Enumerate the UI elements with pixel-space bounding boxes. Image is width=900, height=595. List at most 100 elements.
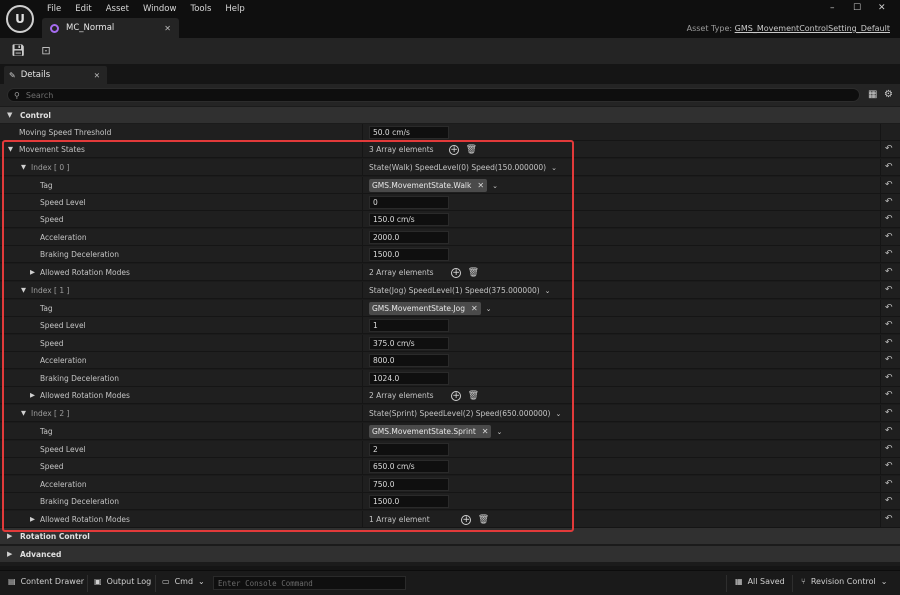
browse-asset-icon[interactable]: ⊡ [39,44,53,58]
reset-icon[interactable]: ↶ [885,423,893,440]
remove-tag-icon[interactable]: ✕ [482,427,489,436]
close-window-button[interactable]: ✕ [878,3,886,13]
reset-icon[interactable]: ↶ [885,282,893,299]
chevron-down-icon[interactable]: ⌄ [496,428,502,436]
array-summary: 3 Array elements [369,145,434,154]
tag-chip[interactable]: GMS.MovementState.Walk ✕ [369,179,488,192]
chevron-down-icon[interactable]: ⌄ [555,410,561,418]
remove-tag-icon[interactable]: ✕ [471,304,478,313]
tab-details[interactable]: ✎ Details ✕ [4,66,107,84]
expand-arrow-icon[interactable]: ▶ [30,264,35,281]
save-icon[interactable]: 💾︎ [11,44,25,58]
all-saved-button[interactable]: ▦ All Saved [735,577,785,586]
content-drawer-label: Content Drawer [20,577,85,586]
cmd-dropdown[interactable]: ▭ Cmd ⌄ [162,577,205,586]
acceleration-field[interactable]: 2000.0 [369,231,449,244]
reset-icon[interactable]: ↶ [885,317,893,334]
reset-icon[interactable]: ↶ [885,194,893,211]
reset-icon[interactable]: ↶ [885,493,893,510]
reset-icon[interactable]: ↶ [885,177,893,194]
search-input[interactable] [25,90,806,100]
close-tab-icon[interactable]: ✕ [164,24,171,33]
maximize-button[interactable]: ☐ [853,3,861,13]
menu-tools[interactable]: Tools [183,3,218,15]
search-box[interactable]: ⚲ [7,88,860,102]
expand-arrow-icon[interactable]: ▶ [30,511,35,528]
expand-arrow-icon[interactable]: ▼ [21,159,26,176]
close-details-icon[interactable]: ✕ [94,71,100,80]
chevron-down-icon[interactable]: ⌄ [545,287,551,295]
delete-icon[interactable]: 🗑︎ [468,268,479,278]
category-control[interactable]: ▼ Control [0,107,900,123]
speed-field[interactable]: 375.0 cm/s [369,337,449,350]
tag-chip[interactable]: GMS.MovementState.Sprint ✕ [369,425,492,438]
expand-arrow-icon[interactable]: ▼ [21,282,26,299]
menu-window[interactable]: Window [136,3,184,15]
speed-level-field[interactable]: 1 [369,319,449,332]
reset-icon[interactable]: ↶ [885,264,893,281]
content-drawer-button[interactable]: ▤ Content Drawer [8,577,84,586]
reset-icon[interactable]: ↶ [885,458,893,475]
speed-field[interactable]: 650.0 cm/s [369,460,449,473]
delete-icon[interactable]: 🗑︎ [466,145,477,155]
reset-icon[interactable]: ↶ [885,441,893,458]
reset-icon[interactable]: ↶ [885,405,893,422]
reset-icon[interactable]: ↶ [885,476,893,493]
chevron-down-icon[interactable]: ⌄ [551,164,557,172]
category-advanced[interactable]: ▶ Advanced [0,546,900,562]
chevron-down-icon[interactable]: ⌄ [492,182,498,190]
menu-asset[interactable]: Asset [99,3,136,15]
minimize-button[interactable]: – [830,3,835,13]
console-command-box[interactable] [213,576,406,590]
braking-deceleration-field[interactable]: 1500.0 [369,495,449,508]
delete-icon[interactable]: 🗑︎ [468,391,479,401]
property-label: Braking Deceleration [40,497,120,506]
reset-icon[interactable]: ↶ [885,300,893,317]
tag-text: GMS.MovementState.Sprint [372,427,476,436]
acceleration-field[interactable]: 800.0 [369,354,449,367]
tag-chip[interactable]: GMS.MovementState.Jog ✕ [369,302,481,315]
add-element-icon[interactable]: + [451,390,462,401]
unreal-logo-icon[interactable]: U [6,5,34,33]
acceleration-field[interactable]: 750.0 [369,478,449,491]
remove-tag-icon[interactable]: ✕ [477,181,484,190]
reset-icon[interactable]: ↶ [885,141,893,158]
add-element-icon[interactable]: + [449,144,460,155]
console-command-input[interactable] [214,577,405,589]
asset-type-link[interactable]: GMS_MovementControlSetting_Default [735,24,890,33]
reset-icon[interactable]: ↶ [885,352,893,369]
details-panel: ⚲ ▦ ⚙ ▼ Control Moving Speed Threshold 5… [0,84,900,566]
braking-deceleration-field[interactable]: 1024.0 [369,372,449,385]
speed-field[interactable]: 150.0 cm/s [369,213,449,226]
reset-icon[interactable]: ↶ [885,211,893,228]
menu-help[interactable]: Help [218,3,251,15]
reset-icon[interactable]: ↶ [885,159,893,176]
menu-edit[interactable]: Edit [68,3,98,15]
table-view-icon[interactable]: ▦ [868,89,877,100]
reset-icon[interactable]: ↶ [885,387,893,404]
revision-control-button[interactable]: ⑂ Revision Control ⌄ [801,577,887,586]
reset-icon[interactable]: ↶ [885,370,893,387]
moving-speed-threshold-field[interactable]: 50.0 cm/s [369,126,449,139]
delete-icon[interactable]: 🗑︎ [478,515,489,525]
expand-arrow-icon[interactable]: ▼ [21,405,26,422]
row-allowed-rotation-modes: ▶ Allowed Rotation Modes 2 Array element… [0,387,900,404]
speed-level-field[interactable]: 0 [369,196,449,209]
reset-icon[interactable]: ↶ [885,246,893,263]
settings-icon[interactable]: ⚙ [884,89,893,100]
add-element-icon[interactable]: + [451,267,462,278]
reset-icon[interactable]: ↶ [885,229,893,246]
output-log-button[interactable]: ▣ Output Log [94,577,151,586]
expand-arrow-icon[interactable]: ▼ [8,141,13,158]
expand-arrow-icon[interactable]: ▶ [30,387,35,404]
menu-file[interactable]: File [40,3,68,15]
reset-icon[interactable]: ↶ [885,335,893,352]
category-rotation-control[interactable]: ▶ Rotation Control [0,528,900,544]
add-element-icon[interactable]: + [461,514,472,525]
row-braking-deceleration: Braking Deceleration 1024.0 ↶ [0,370,900,387]
speed-level-field[interactable]: 2 [369,443,449,456]
chevron-down-icon[interactable]: ⌄ [486,305,492,313]
reset-icon[interactable]: ↶ [885,511,893,528]
tab-mc-normal[interactable]: MC_Normal ✕ [42,18,179,38]
braking-deceleration-field[interactable]: 1500.0 [369,248,449,261]
